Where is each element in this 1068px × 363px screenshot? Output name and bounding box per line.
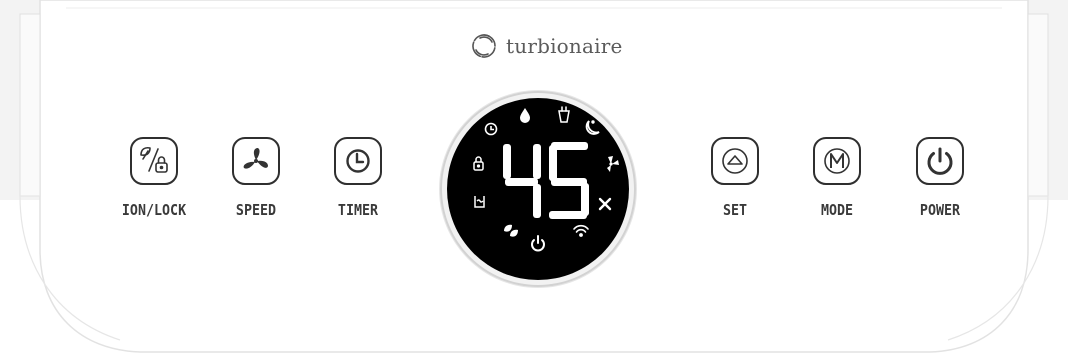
swirl-logo-icon — [472, 34, 496, 58]
set-button[interactable] — [711, 137, 759, 185]
power-icon — [531, 235, 545, 252]
timer-label: TIMER — [337, 201, 379, 219]
power-control: POWER — [897, 137, 983, 219]
timer-control: TIMER — [315, 137, 401, 219]
wifi-icon — [573, 224, 589, 237]
display-screen — [447, 98, 629, 280]
set-label: SET — [722, 201, 748, 219]
power-button[interactable] — [916, 137, 964, 185]
mode-control: MODE — [794, 137, 880, 219]
tank-icon — [558, 106, 570, 123]
sleep-moon-icon — [585, 120, 600, 135]
brand-logo: turbionaire — [470, 30, 623, 62]
display-value — [503, 142, 589, 219]
power-icon — [927, 147, 953, 175]
power-label: POWER — [919, 201, 961, 219]
eco-leaf-icon — [504, 224, 518, 237]
ion-lock-icon — [140, 146, 168, 173]
mode-m-icon — [824, 148, 850, 174]
fan-speed-icon — [598, 197, 612, 211]
humidity-icon — [474, 196, 485, 208]
timer-button[interactable] — [334, 137, 382, 185]
lock-icon — [473, 156, 484, 171]
control-panel: turbionaire ION/LOCK SPEED TIMER SET MOD… — [0, 0, 1068, 363]
clock-icon — [484, 122, 498, 136]
water-drop-icon — [520, 108, 530, 123]
fan-icon — [243, 148, 268, 169]
mode-button[interactable] — [813, 137, 861, 185]
set-control: SET — [692, 137, 778, 219]
brand-name: turbionaire — [506, 34, 623, 58]
clock-icon — [346, 149, 370, 173]
ion-lock-control: ION/LOCK — [111, 137, 197, 219]
speed-button[interactable] — [232, 137, 280, 185]
fan-icon — [607, 156, 619, 172]
ion-lock-button[interactable] — [130, 137, 178, 185]
speed-label: SPEED — [235, 201, 277, 219]
mode-label: MODE — [820, 201, 854, 219]
ion-lock-label: ION/LOCK — [121, 201, 187, 219]
speed-control: SPEED — [213, 137, 299, 219]
up-triangle-icon — [722, 148, 748, 174]
